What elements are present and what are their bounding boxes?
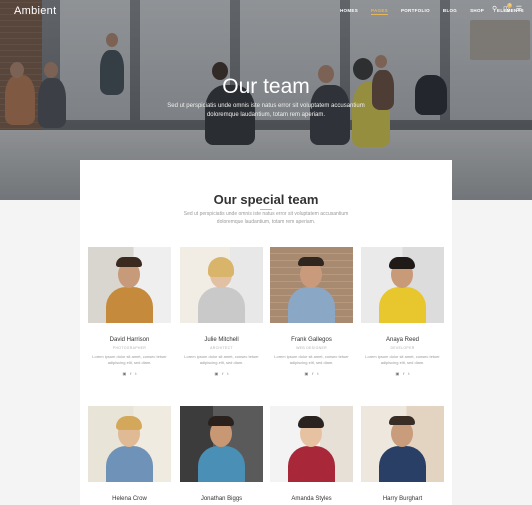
instagram-icon[interactable]: ▣ — [122, 371, 126, 376]
member-photo[interactable] — [361, 406, 444, 482]
twitter-icon[interactable]: t — [408, 371, 409, 376]
team-member-card: Amanda Styles — [270, 406, 353, 502]
member-description: Lorem ipsum dolor sit amet, consec tetue… — [184, 354, 259, 365]
section-title: Our special team — [213, 192, 319, 207]
member-photo[interactable] — [88, 406, 171, 482]
team-member-card: David Harrison PHOTOGRAPHER Lorem ipsum … — [88, 247, 171, 376]
nav-icons: ⚲ ◫ 0 ☰ — [492, 3, 522, 14]
facebook-icon[interactable]: f — [130, 371, 131, 376]
member-name[interactable]: Harry Burghart — [361, 496, 444, 502]
member-role: DEVELOPER — [390, 346, 415, 350]
member-photo[interactable] — [270, 406, 353, 482]
twitter-icon[interactable]: t — [227, 371, 228, 376]
member-role: WEB DESIGNER — [296, 346, 327, 350]
member-socials: ▣ f t — [361, 371, 444, 376]
member-description: Lorem ipsum dolor sit amet, consec tetue… — [365, 354, 440, 365]
member-socials: ▣ f t — [180, 371, 263, 376]
top-nav: Ambient HOMES PAGES PORTFOLIO BLOG SHOP … — [0, 0, 532, 22]
member-role: PHOTOGRAPHER — [112, 346, 147, 350]
facebook-icon[interactable]: f — [222, 371, 223, 376]
nav-item-homes[interactable]: HOMES — [340, 8, 358, 15]
member-photo[interactable] — [180, 247, 263, 323]
member-name[interactable]: Anaya Reed — [361, 337, 444, 343]
cart-icon[interactable]: ◫ 0 — [503, 3, 513, 14]
member-name[interactable]: Amanda Styles — [270, 496, 353, 502]
facebook-icon[interactable]: f — [403, 371, 404, 376]
team-member-card: Anaya Reed DEVELOPER Lorem ipsum dolor s… — [361, 247, 444, 376]
twitter-icon[interactable]: t — [317, 371, 318, 376]
member-socials: ▣ f t — [270, 371, 353, 376]
cart-count-badge: 0 — [507, 3, 513, 8]
hero-subtitle: Sed ut perspiciatis unde omnis iste natu… — [167, 103, 365, 118]
member-role: ARCHITECT — [210, 346, 233, 350]
team-section: Our special team Sed ut perspiciatis und… — [80, 160, 452, 505]
instagram-icon[interactable]: ▣ — [214, 371, 218, 376]
member-description: Lorem ipsum dolor sit amet, consec tetue… — [274, 354, 349, 365]
member-photo[interactable] — [88, 247, 171, 323]
member-name[interactable]: Frank Gallegos — [270, 337, 353, 343]
brand-logo[interactable]: Ambient — [14, 5, 56, 17]
search-icon[interactable]: ⚲ — [492, 6, 497, 14]
member-description: Lorem ipsum dolor sit amet, consec tetue… — [92, 354, 167, 365]
instagram-icon[interactable]: ▣ — [395, 371, 399, 376]
member-photo[interactable] — [180, 406, 263, 482]
facebook-icon[interactable]: f — [312, 371, 313, 376]
member-socials: ▣ f t — [88, 371, 171, 376]
team-member-card: Jonathan Biggs — [180, 406, 263, 502]
member-name[interactable]: David Harrison — [88, 337, 171, 343]
member-name[interactable]: Jonathan Biggs — [180, 496, 263, 502]
member-name[interactable]: Julie Mitchell — [180, 337, 263, 343]
page-title: Our team — [222, 75, 310, 98]
team-member-card: Frank Gallegos WEB DESIGNER Lorem ipsum … — [270, 247, 353, 376]
team-member-card: Harry Burghart — [361, 406, 444, 502]
menu-icon[interactable]: ☰ — [516, 6, 522, 14]
nav-item-shop[interactable]: SHOP — [470, 8, 484, 15]
nav-item-blog[interactable]: BLOG — [443, 8, 457, 15]
member-name[interactable]: Helena Crow — [88, 496, 171, 502]
twitter-icon[interactable]: t — [135, 371, 136, 376]
member-photo[interactable] — [361, 247, 444, 323]
team-member-card: Helena Crow — [88, 406, 171, 502]
nav-item-portfolio[interactable]: PORTFOLIO — [401, 8, 430, 15]
section-subtitle: Sed ut perspiciatis unde omnis iste natu… — [183, 211, 349, 225]
member-photo[interactable] — [270, 247, 353, 323]
nav-item-pages[interactable]: PAGES — [371, 8, 388, 15]
instagram-icon[interactable]: ▣ — [304, 371, 308, 376]
team-member-card: Julie Mitchell ARCHITECT Lorem ipsum dol… — [180, 247, 263, 376]
